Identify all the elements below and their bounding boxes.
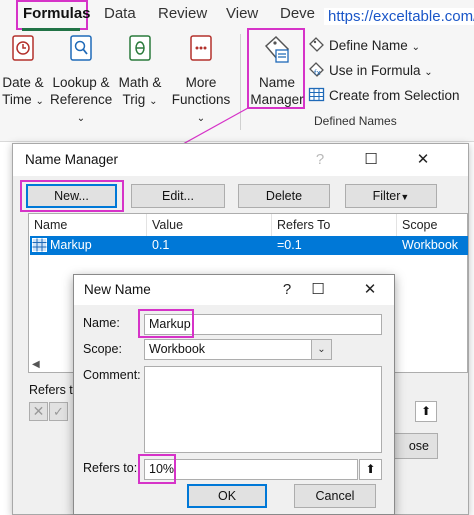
- name-table-icon: [32, 238, 47, 252]
- new-name-title: New Name: [84, 282, 151, 297]
- column-header-name[interactable]: Name: [29, 214, 147, 236]
- new-name-titlebar: New Name ? ☐ ✕: [74, 275, 394, 305]
- close-button[interactable]: ✕: [350, 275, 390, 305]
- column-header-value[interactable]: Value: [147, 214, 272, 236]
- confirm-edit-icon[interactable]: ✓: [49, 402, 68, 421]
- close-button[interactable]: ✕: [403, 144, 443, 176]
- new-button[interactable]: New...: [26, 184, 117, 208]
- filter-label: Filter: [372, 189, 401, 203]
- new-name-dialog: New Name ? ☐ ✕ Name: Markup Scope: Workb…: [73, 274, 395, 515]
- row-name: Markup: [50, 238, 92, 252]
- scope-select[interactable]: Workbook ⌄: [144, 339, 332, 360]
- cancel-button[interactable]: Cancel: [294, 484, 376, 508]
- refers-to-collapse-button[interactable]: ⬆: [415, 401, 437, 422]
- name-label: Name:: [83, 316, 120, 330]
- comment-textarea[interactable]: [144, 366, 382, 453]
- refers-to-input[interactable]: 10%: [144, 459, 358, 480]
- row-value: 0.1: [152, 238, 170, 252]
- refers-to-collapse-button[interactable]: ⬆: [359, 459, 382, 480]
- filter-button[interactable]: Filter▼: [345, 184, 437, 208]
- refers-to-label: Refers to:: [83, 461, 138, 475]
- row-scope: Workbook: [402, 238, 459, 252]
- help-button[interactable]: ?: [300, 144, 340, 176]
- delete-button[interactable]: Delete: [238, 184, 330, 208]
- name-manager-title: Name Manager: [25, 152, 119, 167]
- scope-label: Scope:: [83, 342, 122, 356]
- table-row[interactable]: Markup 0.1 =0.1 Workbook: [30, 236, 468, 255]
- maximize-button[interactable]: ☐: [298, 275, 338, 305]
- column-header-refers-to[interactable]: Refers To: [272, 214, 397, 236]
- maximize-button[interactable]: ☐: [351, 144, 391, 176]
- scope-value: Workbook: [149, 342, 206, 356]
- caret-down-icon: ▼: [400, 192, 410, 202]
- name-manager-titlebar: Name Manager ? ☐ ✕: [13, 144, 468, 176]
- ok-button[interactable]: OK: [187, 484, 267, 508]
- edit-button[interactable]: Edit...: [131, 184, 225, 208]
- comment-label: Comment:: [83, 368, 141, 382]
- refers-to-highlight: [138, 454, 176, 484]
- name-input-highlight: [138, 309, 194, 338]
- row-refers-to: =0.1: [277, 238, 302, 252]
- column-header-scope[interactable]: Scope: [397, 214, 467, 236]
- chevron-down-icon[interactable]: ⌄: [311, 340, 331, 359]
- cancel-edit-icon[interactable]: ✕: [29, 402, 48, 421]
